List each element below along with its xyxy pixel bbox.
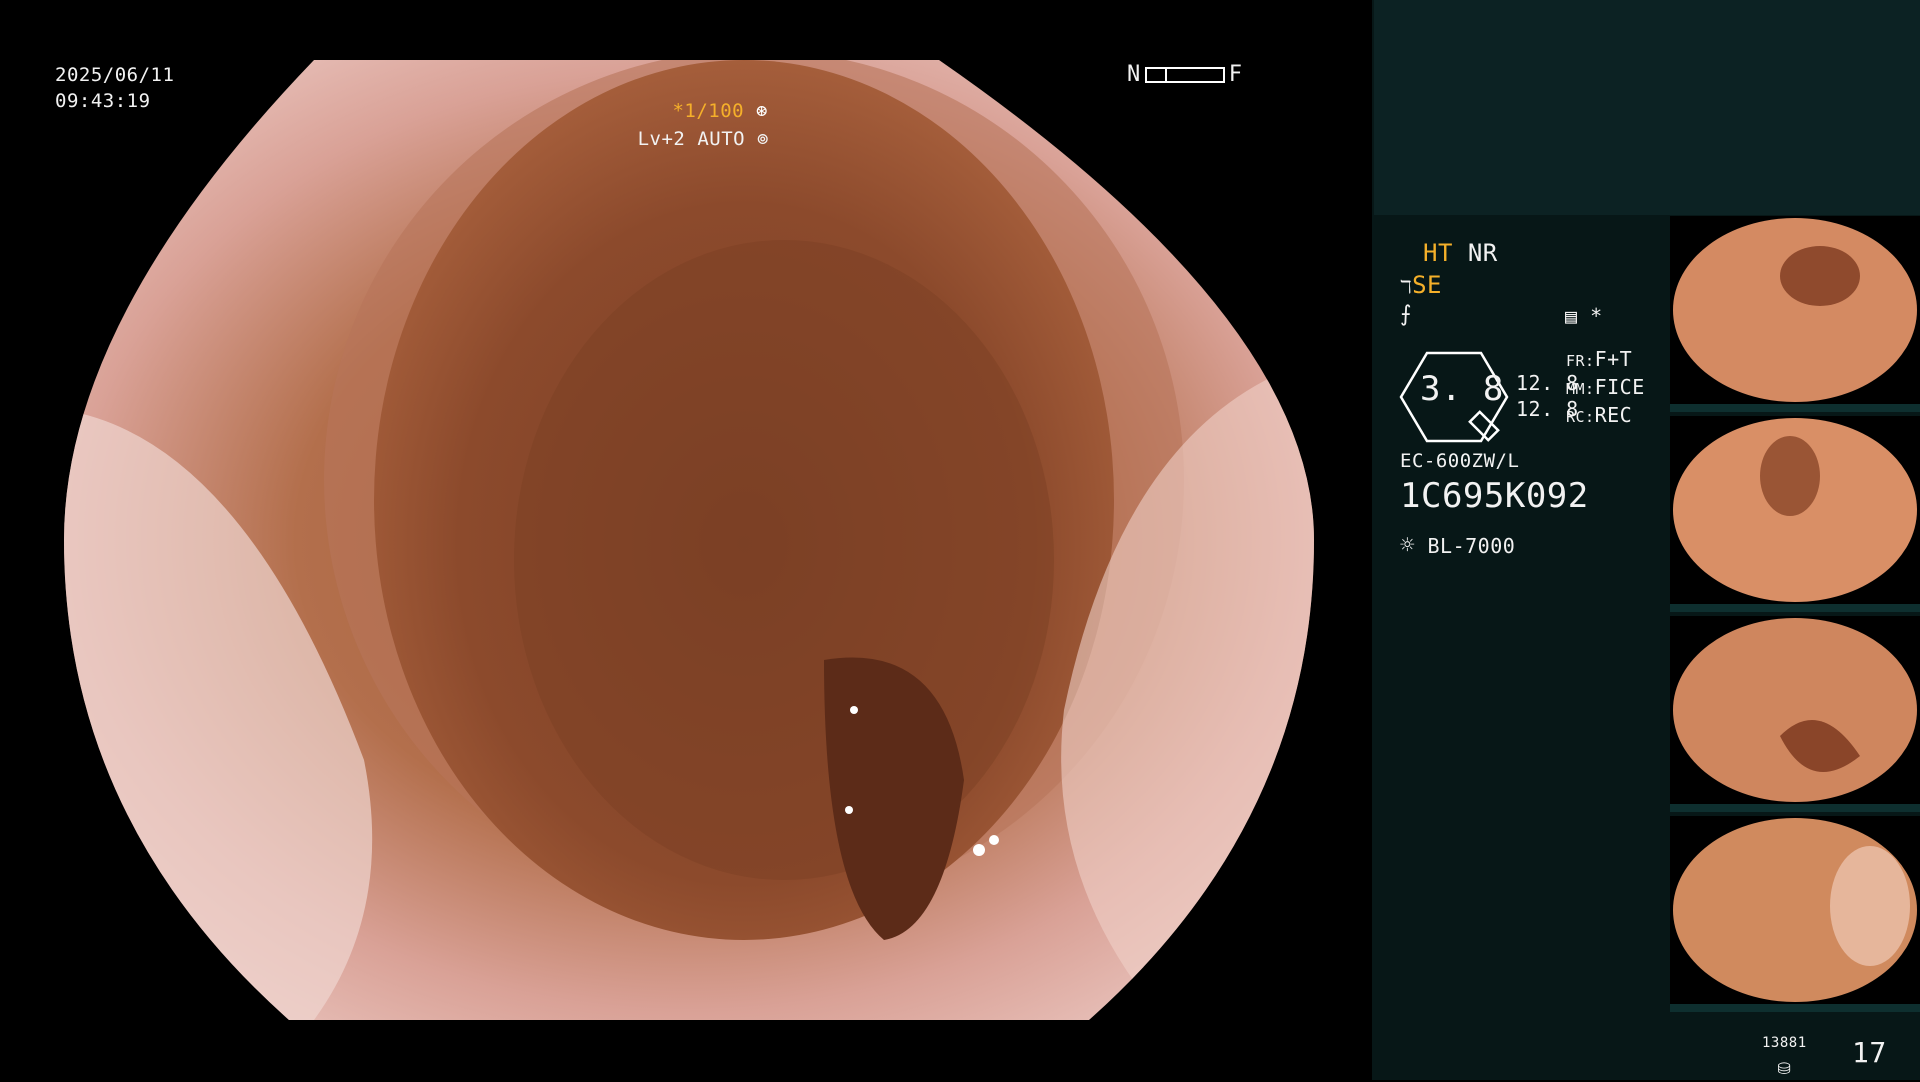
counter-text: 13881 [1762,1035,1807,1051]
se-label: SE [1412,271,1443,299]
thumbnail-1[interactable] [1670,216,1920,412]
thumbnail-2[interactable] [1670,416,1920,612]
storage-counter: 13881 ⛁ [1762,1030,1807,1082]
frame-count: 17 [1852,1036,1887,1069]
main-endoscope-view: 2025/06/11 09:43:19 N F *1/100 ⊛ Lv+2 AU… [0,0,1372,1080]
date-time-readout: 2025/06/11 09:43:19 [55,62,174,114]
zoom-value: 3. 8 [1420,369,1504,409]
iris-icon: ⊚ [757,128,769,150]
mode-text: AUTO [697,128,746,150]
scope-model: EC-600ZW/L [1400,450,1520,472]
record-mode-icon: ▤ [1565,304,1578,328]
scope-serial: 1C695K092 [1400,476,1589,516]
aperture-icon: ⊛ [756,100,768,122]
shutter-text: *1/100 [672,100,745,122]
edge-icon: ⨍ [1400,302,1412,327]
far-label: F [1228,62,1243,87]
info-panel-header [1374,0,1920,215]
time-text: 09:43:19 [55,90,151,112]
thumbnail-3[interactable] [1670,616,1920,812]
thumbnail-4[interactable] [1670,816,1920,1012]
shutter-readout: *1/100 ⊛ [672,98,768,124]
near-far-indicator: N F [1127,62,1243,88]
enhance-icon: ℸ [1400,277,1413,298]
fr-label: FR: [1566,352,1595,370]
nr-label: NR [1467,239,1498,267]
light-source-text: BL-7000 [1427,534,1516,558]
mm-label: MM: [1566,380,1595,398]
mode-table: FR:F+T MM:FICE RC:REC [1566,346,1645,430]
endoscope-image [64,60,1314,1020]
disk-icon: ⛁ [1777,1059,1792,1078]
near-label: N [1127,62,1141,87]
level-text: Lv+2 [637,128,686,150]
mm-value: FICE [1594,375,1645,399]
light-source: ☼ BL-7000 [1400,532,1515,559]
star-marker: * [1590,304,1603,328]
focus-bar [1144,67,1225,83]
fr-value: F+T [1594,347,1633,371]
brightness-level-readout: Lv+2 AUTO ⊚ [638,126,769,152]
rc-label: RC: [1566,408,1595,426]
rc-value: REC [1594,403,1633,427]
date-text: 2025/06/11 [55,64,175,86]
lamp-icon: ☼ [1400,531,1415,559]
ht-label: HT [1423,239,1453,267]
